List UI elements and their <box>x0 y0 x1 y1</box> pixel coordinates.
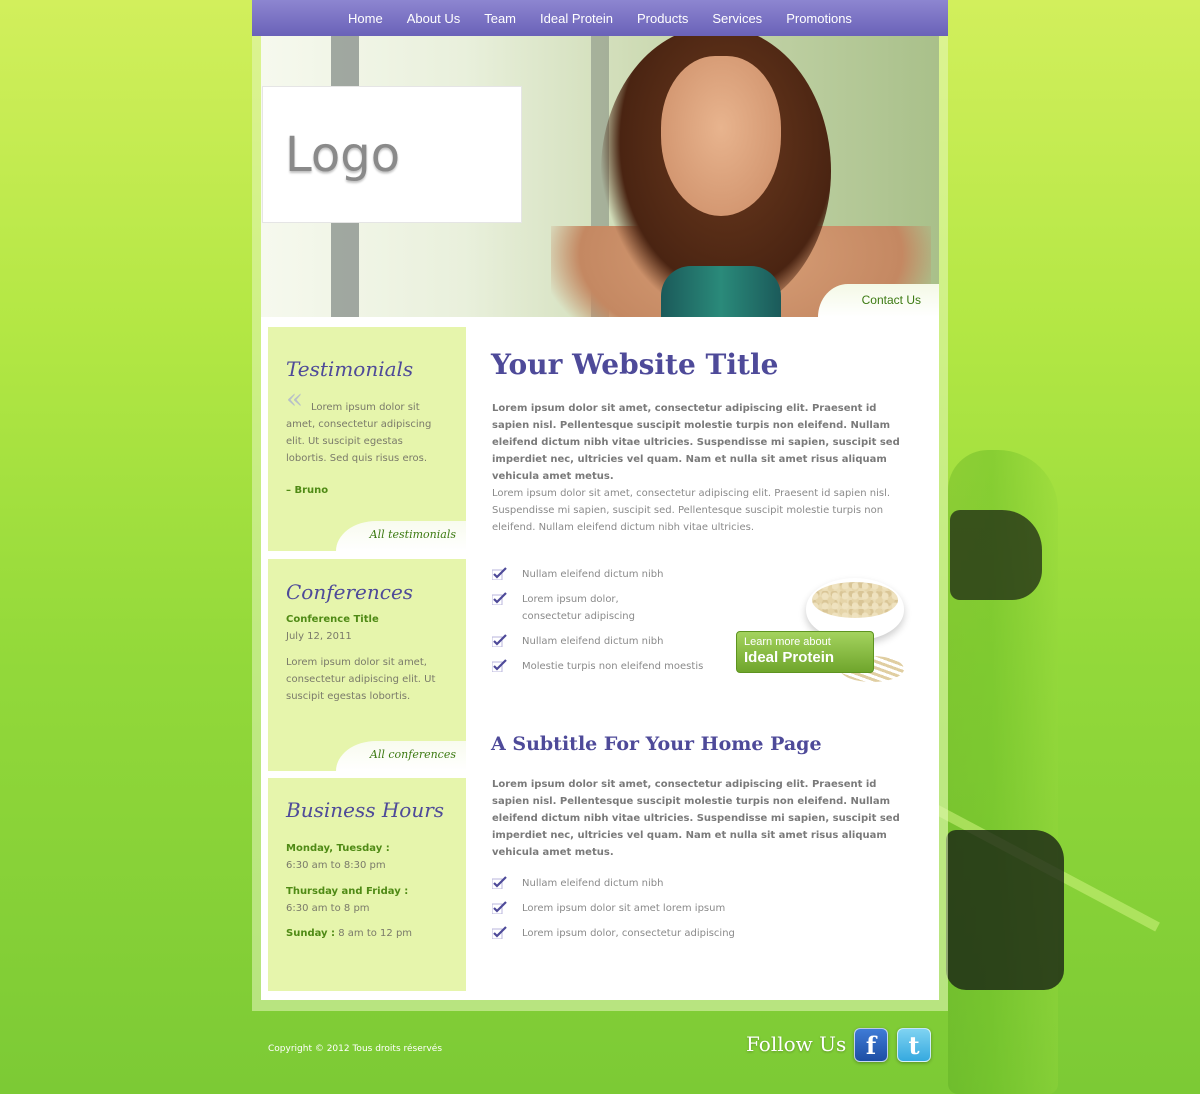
testimonial-text: Lorem ipsum dolor sit amet, consectetur … <box>286 402 432 464</box>
intro-bold-paragraph: Lorem ipsum dolor sit amet, consectetur … <box>492 403 900 482</box>
figure-shorts <box>946 830 1064 990</box>
business-hours-box: Business Hours Monday, Tuesday : 6:30 am… <box>268 778 466 991</box>
nav-services[interactable]: Services <box>712 11 762 26</box>
check-icon <box>492 876 507 889</box>
conference-title[interactable]: Conference Title <box>286 611 446 628</box>
conferences-box: Conferences Conference Title July 12, 20… <box>268 559 466 771</box>
nav-about-us[interactable]: About Us <box>407 11 460 26</box>
list-item: Nullam eleifend dictum nibh <box>492 633 722 650</box>
contact-us-link[interactable]: Contact Us <box>862 293 921 307</box>
feature-list: Nullam eleifend dictum nibh Lorem ipsum … <box>492 566 722 675</box>
check-icon <box>492 567 507 580</box>
background-figure <box>925 330 1200 1094</box>
check-icon <box>492 634 507 647</box>
hours-label-thu-fri: Thursday and Friday : <box>286 886 409 897</box>
ideal-protein-promo: Learn more about Ideal Protein <box>736 578 928 688</box>
hours-sunday: Sunday : 8 am to 12 pm <box>286 925 446 942</box>
intro-paragraph: Lorem ipsum dolor sit amet, consectetur … <box>492 488 891 533</box>
figure-top <box>950 510 1042 600</box>
nav-promotions[interactable]: Promotions <box>786 11 852 26</box>
copyright-text: Copyright © 2012 Tous droits réservés <box>268 1044 443 1054</box>
conference-date: July 12, 2011 <box>286 631 352 642</box>
twitter-icon[interactable]: t <box>897 1028 931 1062</box>
figure-torso <box>948 450 1058 1094</box>
list-item: Nullam eleifend dictum nibh <box>492 566 722 583</box>
list-item: Lorem ipsum dolor sit amet lorem ipsum <box>492 900 792 917</box>
logo[interactable]: Logo <box>262 86 522 223</box>
nav-ideal-protein[interactable]: Ideal Protein <box>540 11 613 26</box>
testimonials-box: Testimonials « Lorem ipsum dolor sit ame… <box>268 327 466 551</box>
all-conferences-link[interactable]: All conferences <box>370 748 456 761</box>
hours-time-mon-tue: 6:30 am to 8:30 pm <box>286 860 386 871</box>
hours-label-sunday: Sunday : <box>286 928 336 939</box>
hours-time-sunday: 8 am to 12 pm <box>338 928 413 939</box>
logo-text: Logo <box>285 126 401 183</box>
hero-woman-photo <box>551 36 939 317</box>
facebook-icon[interactable]: f <box>854 1028 888 1062</box>
page-subtitle: A Subtitle For Your Home Page <box>491 733 822 755</box>
nav-team[interactable]: Team <box>484 11 516 26</box>
follow-us-label: Follow Us <box>746 1032 847 1056</box>
business-hours-heading: Business Hours <box>286 798 445 822</box>
main-navigation: Home About Us Team Ideal Protein Product… <box>252 0 948 36</box>
oats-image <box>812 582 898 618</box>
hours-time-thu-fri: 6:30 am to 8 pm <box>286 903 370 914</box>
body-bold-paragraph: Lorem ipsum dolor sit amet, consectetur … <box>492 779 900 858</box>
measuring-tape <box>925 800 1160 932</box>
conference-text: Lorem ipsum dolor sit amet, consectetur … <box>286 657 436 702</box>
list-item: Lorem ipsum dolor, consectetur adipiscin… <box>492 591 642 625</box>
learn-more-ideal-protein-button[interactable]: Learn more about Ideal Protein <box>736 631 874 673</box>
check-icon <box>492 901 507 914</box>
all-testimonials-link[interactable]: All testimonials <box>370 528 456 541</box>
hours-label-mon-tue: Monday, Tuesday : <box>286 843 390 854</box>
testimonials-heading: Testimonials <box>286 357 414 381</box>
list-item: Molestie turpis non eleifend moestis <box>492 658 722 675</box>
nav-products[interactable]: Products <box>637 11 688 26</box>
check-icon <box>492 592 507 605</box>
list-item: Lorem ipsum dolor, consectetur adipiscin… <box>492 925 792 942</box>
list-item: Nullam eleifend dictum nibh <box>492 875 792 892</box>
page-title: Your Website Title <box>491 348 779 381</box>
check-icon <box>492 926 507 939</box>
contact-tab: Contact Us <box>818 284 939 317</box>
nav-home[interactable]: Home <box>348 11 383 26</box>
conferences-heading: Conferences <box>286 580 414 604</box>
check-icon <box>492 659 507 672</box>
feature-list-2: Nullam eleifend dictum nibh Lorem ipsum … <box>492 875 792 942</box>
testimonial-author: – Bruno <box>286 485 329 496</box>
